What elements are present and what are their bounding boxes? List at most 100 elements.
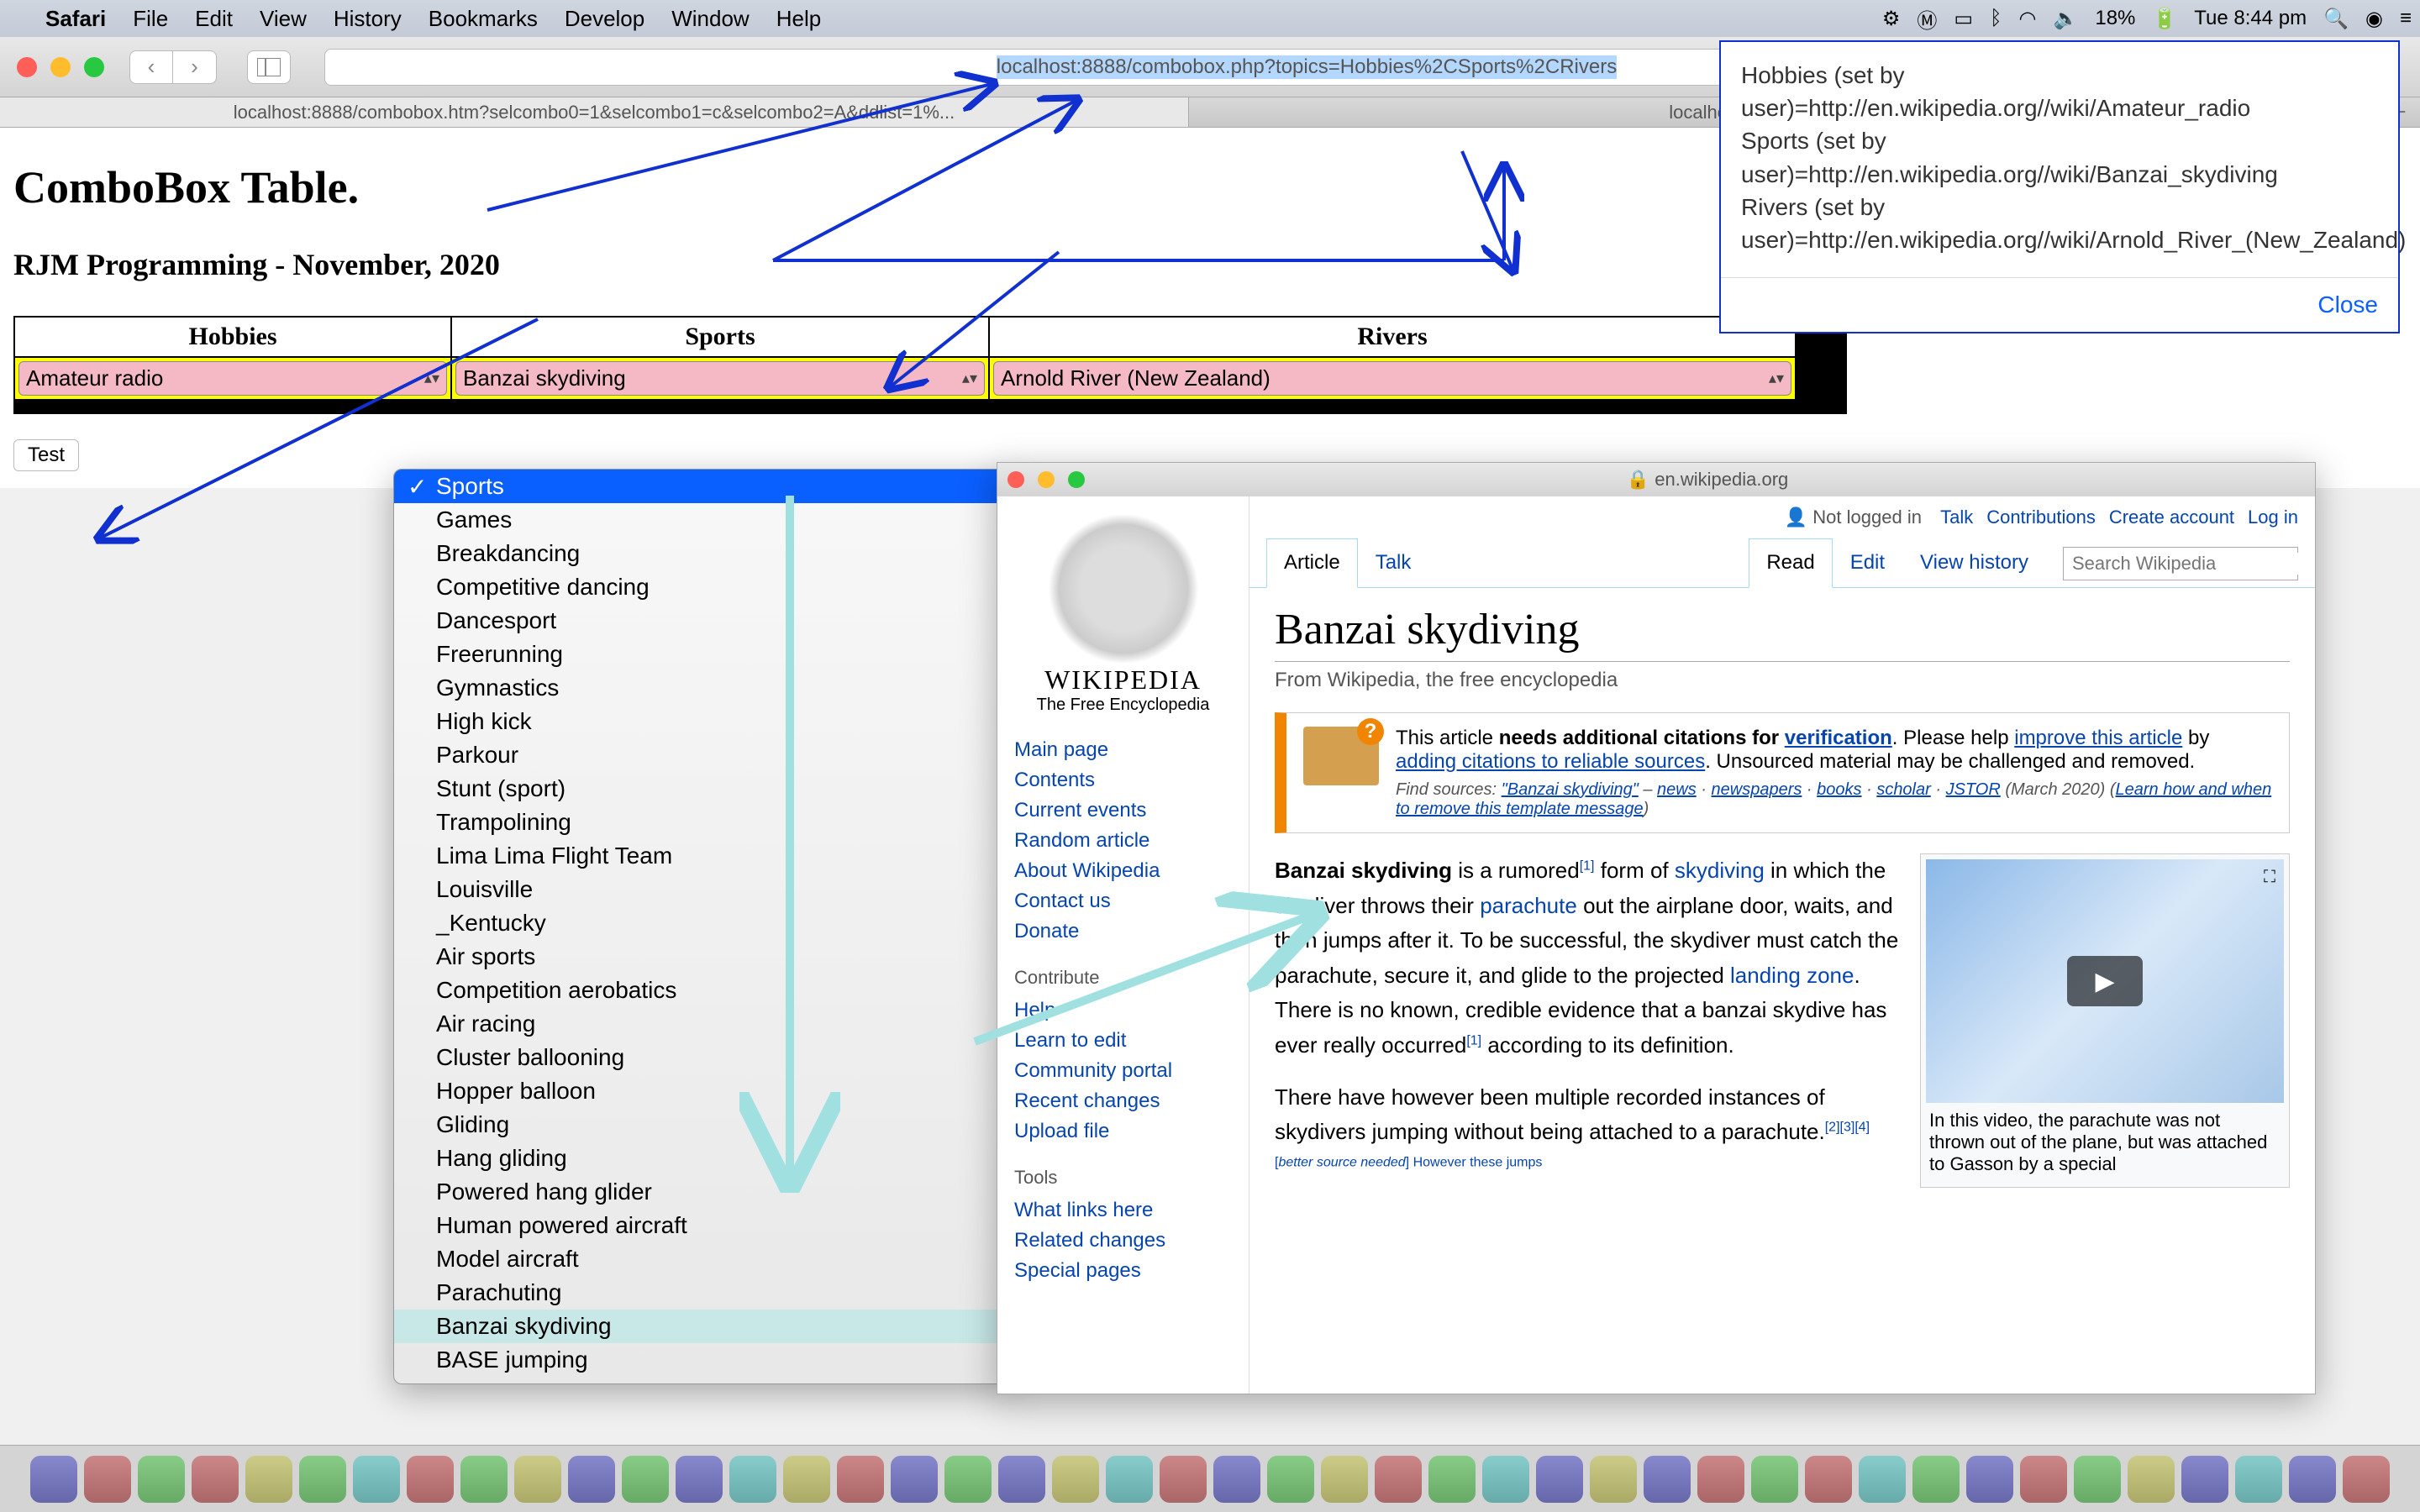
popout-icon[interactable]: ⛶	[2264, 868, 2275, 887]
wiki-sidebar-link[interactable]: Recent changes	[1014, 1086, 1232, 1116]
dropdown-option[interactable]: Louisville	[394, 873, 1011, 906]
siri-icon[interactable]: ◉	[2365, 7, 2383, 31]
wiki-sidebar-link[interactable]: Current events	[1014, 795, 1232, 826]
dock-app-icon[interactable]	[1590, 1456, 1637, 1503]
wiki-sidebar-link[interactable]: Contents	[1014, 765, 1232, 795]
wiki-sidebar-link[interactable]: Random article	[1014, 826, 1232, 856]
menu-help[interactable]: Help	[763, 6, 834, 32]
minimize-window-button[interactable]	[50, 57, 71, 77]
menu-develop[interactable]: Develop	[551, 6, 658, 32]
menu-edit[interactable]: Edit	[182, 6, 246, 32]
play-button-icon[interactable]: ▶	[2067, 956, 2143, 1006]
dropdown-option[interactable]: Cluster ballooning	[394, 1041, 1011, 1074]
dock-app-icon[interactable]	[837, 1456, 884, 1503]
dock-app-icon[interactable]	[2020, 1456, 2067, 1503]
dropdown-option[interactable]: Breakdancing	[394, 537, 1011, 570]
dropdown-option[interactable]: Competitive dancing	[394, 570, 1011, 604]
wiki-tab-article[interactable]: Article	[1266, 538, 1358, 588]
dropdown-option[interactable]: Powered hang glider	[394, 1175, 1011, 1209]
dropdown-option[interactable]: Human powered aircraft	[394, 1209, 1011, 1242]
dock-app-icon[interactable]	[407, 1456, 454, 1503]
wiki-search-input[interactable]	[2072, 553, 2314, 575]
dock-app-icon[interactable]	[1267, 1456, 1314, 1503]
find-sources-link[interactable]: "Banzai skydiving"	[1502, 780, 1639, 799]
wiki-sidebar-link[interactable]: Community portal	[1014, 1056, 1232, 1086]
dropdown-option[interactable]: Parachuting	[394, 1276, 1011, 1310]
dropdown-option[interactable]: Hopper balloon	[394, 1074, 1011, 1108]
airplay-icon[interactable]: ▭	[1954, 7, 1973, 31]
wiki-tab-edit[interactable]: Edit	[1833, 538, 1902, 587]
dropdown-option[interactable]: High kick	[394, 705, 1011, 738]
dropdown-option[interactable]: Games	[394, 503, 1011, 537]
dock-app-icon[interactable]	[1375, 1456, 1422, 1503]
wikipedia-logo-icon[interactable]	[1048, 513, 1199, 664]
dock-app-icon[interactable]	[622, 1456, 669, 1503]
dock-app-icon[interactable]	[460, 1456, 508, 1503]
landing-zone-link[interactable]: landing zone	[1730, 963, 1854, 988]
dock-app-icon[interactable]	[783, 1456, 830, 1503]
wiki-sidebar-link[interactable]: Contact us	[1014, 886, 1232, 916]
dropdown-option[interactable]: _Kentucky	[394, 906, 1011, 940]
dock-app-icon[interactable]	[2181, 1456, 2228, 1503]
dock-app-icon[interactable]	[676, 1456, 723, 1503]
dropdown-option[interactable]: Banzai skydiving	[394, 1310, 1011, 1343]
combo-hobbies[interactable]: Amateur radio▴▾	[18, 361, 447, 396]
dock-app-icon[interactable]	[353, 1456, 400, 1503]
test-button[interactable]: Test	[13, 439, 79, 471]
dropdown-option[interactable]: Skysurfing	[394, 1377, 1011, 1384]
parachute-link[interactable]: parachute	[1480, 893, 1577, 918]
dropdown-option[interactable]: Lima Lima Flight Team	[394, 839, 1011, 873]
dock-app-icon[interactable]	[1536, 1456, 1583, 1503]
alert-close-button[interactable]: Close	[2317, 291, 2378, 318]
wiki-tab-read[interactable]: Read	[1749, 538, 1832, 588]
close-window-button[interactable]	[17, 57, 37, 77]
search-icon[interactable]: 🔍	[2314, 553, 2315, 575]
wiki-user-link[interactable]: Talk	[1940, 507, 1973, 528]
dropdown-option[interactable]: Hang gliding	[394, 1142, 1011, 1175]
source-link[interactable]: JSTOR	[1946, 780, 2001, 799]
maximize-window-button[interactable]	[84, 57, 104, 77]
video-thumbnail[interactable]: ⛶ ▶	[1926, 859, 2284, 1103]
dropdown-option[interactable]: Dancesport	[394, 604, 1011, 638]
dropdown-list[interactable]: SportsGamesBreakdancingCompetitive danci…	[393, 469, 1012, 1384]
wiki-search[interactable]: 🔍	[2063, 547, 2298, 580]
menubar-icon[interactable]: ⚙	[1882, 7, 1901, 31]
dock-app-icon[interactable]	[1052, 1456, 1099, 1503]
menu-window[interactable]: Window	[658, 6, 762, 32]
dock-app-icon[interactable]	[2235, 1456, 2282, 1503]
minimize-window-button[interactable]	[1038, 471, 1055, 488]
wiki-user-link[interactable]: Log in	[2248, 507, 2298, 528]
browser-tab[interactable]: localhost:8888/combobox.htm?selcombo0=1&…	[0, 97, 1189, 127]
dropdown-option[interactable]: Sports	[394, 470, 1011, 503]
dropdown-option[interactable]: Gymnastics	[394, 671, 1011, 705]
dock-app-icon[interactable]	[2289, 1456, 2336, 1503]
menu-file[interactable]: File	[119, 6, 182, 32]
dock-app-icon[interactable]	[1321, 1456, 1368, 1503]
combo-sports[interactable]: Banzai skydiving▴▾	[455, 361, 985, 396]
dock-app-icon[interactable]	[1751, 1456, 1798, 1503]
dropdown-option[interactable]: Model aircraft	[394, 1242, 1011, 1276]
back-button[interactable]: ‹	[129, 50, 173, 84]
combo-rivers[interactable]: Arnold River (New Zealand)▴▾	[993, 361, 1791, 396]
dock-app-icon[interactable]	[729, 1456, 776, 1503]
dock-app-icon[interactable]	[1859, 1456, 1906, 1503]
clock[interactable]: Tue 8:44 pm	[2194, 7, 2307, 30]
forward-button[interactable]: ›	[173, 50, 217, 84]
citations-link[interactable]: adding citations to reliable sources	[1396, 750, 1705, 773]
dock-app-icon[interactable]	[299, 1456, 346, 1503]
maximize-window-button[interactable]	[1068, 471, 1085, 488]
dock-app-icon[interactable]	[30, 1456, 77, 1503]
dropdown-option[interactable]: Competition aerobatics	[394, 974, 1011, 1007]
dropdown-option[interactable]: Air racing	[394, 1007, 1011, 1041]
dropdown-option[interactable]: Stunt (sport)	[394, 772, 1011, 806]
dock-app-icon[interactable]	[998, 1456, 1045, 1503]
wiki-user-link[interactable]: Contributions	[1986, 507, 2096, 528]
dock-app-icon[interactable]	[1482, 1456, 1529, 1503]
dock-app-icon[interactable]	[1912, 1456, 1960, 1503]
source-link[interactable]: books	[1817, 780, 1861, 799]
dropdown-option[interactable]: Parkour	[394, 738, 1011, 772]
wiki-sidebar-link[interactable]: About Wikipedia	[1014, 856, 1232, 886]
dock-app-icon[interactable]	[1805, 1456, 1852, 1503]
battery-percent[interactable]: 18%	[2095, 7, 2135, 30]
dock-app-icon[interactable]	[891, 1456, 938, 1503]
